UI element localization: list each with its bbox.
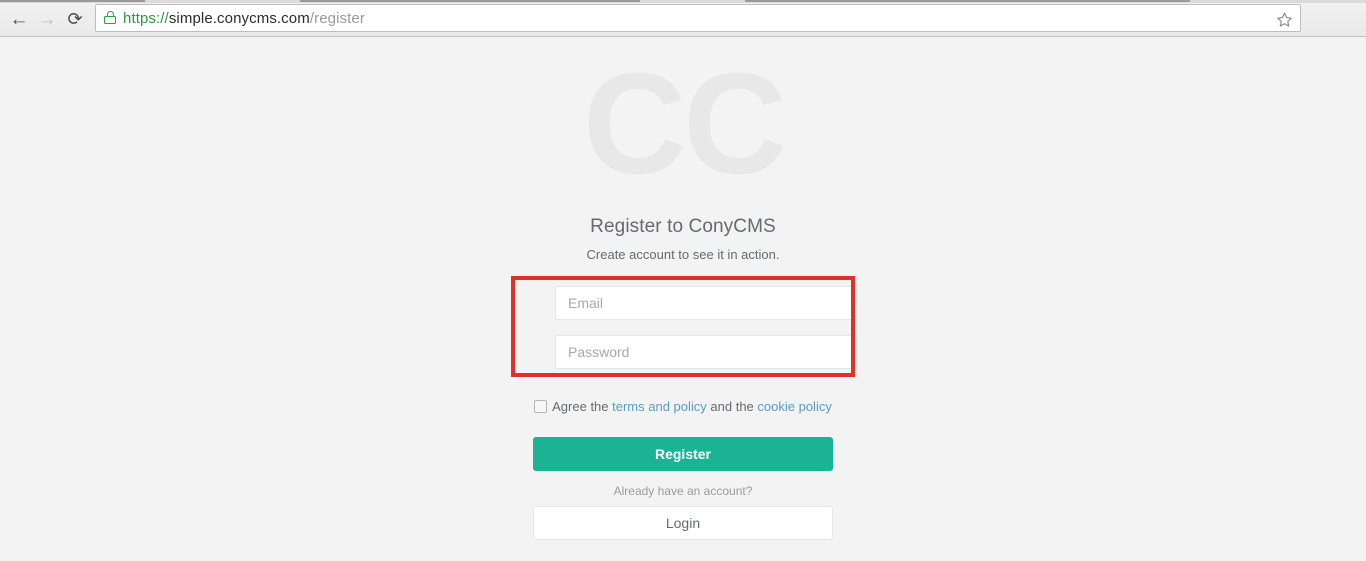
back-arrow-icon: ← [9, 8, 29, 30]
brand-logo: CC [583, 43, 787, 204]
agreement-row: Agree the terms and policy and the cooki… [533, 398, 833, 416]
agreement-middle: and the [706, 399, 758, 414]
register-button[interactable]: Register [533, 437, 833, 471]
reload-button[interactable]: ⟳ [62, 6, 88, 32]
tab-seam [300, 0, 640, 2]
page-content: CC Register to ConyCMS Create account to… [0, 37, 1366, 561]
cookie-policy-link[interactable]: cookie policy [757, 399, 831, 414]
url-scheme: https:// [123, 9, 169, 27]
agreement-prefix: Agree the [552, 399, 613, 414]
login-prompt: Already have an account? [613, 484, 753, 498]
back-button[interactable]: ← [6, 6, 32, 32]
padlock-icon [104, 11, 116, 25]
register-card: CC Register to ConyCMS Create account to… [511, 37, 855, 540]
terms-and-policy-link[interactable]: terms and policy [612, 399, 707, 414]
forward-arrow-icon: → [37, 8, 57, 30]
credentials-group [511, 276, 855, 379]
tab-seam [0, 0, 145, 2]
browser-toolbar: ← → ⟳ https://simple.conycms.com/registe… [0, 0, 1366, 37]
page-subtitle: Create account to see it in action. [586, 247, 780, 262]
url-text: https://simple.conycms.com/register [123, 10, 365, 27]
address-bar[interactable]: https://simple.conycms.com/register [95, 4, 1301, 32]
tab-strip-edge [0, 0, 1366, 3]
password-field[interactable] [555, 335, 855, 369]
url-host: simple.conycms.com [168, 9, 310, 27]
reload-icon: ⟳ [67, 9, 83, 29]
login-button[interactable]: Login [533, 506, 833, 540]
forward-button[interactable]: → [34, 6, 60, 32]
tab-seam [745, 0, 1190, 2]
agree-checkbox[interactable] [534, 400, 548, 413]
star-icon[interactable] [1274, 9, 1294, 29]
email-field[interactable] [555, 286, 855, 320]
page-title: Register to ConyCMS [590, 216, 776, 237]
url-path: /register [309, 9, 365, 27]
